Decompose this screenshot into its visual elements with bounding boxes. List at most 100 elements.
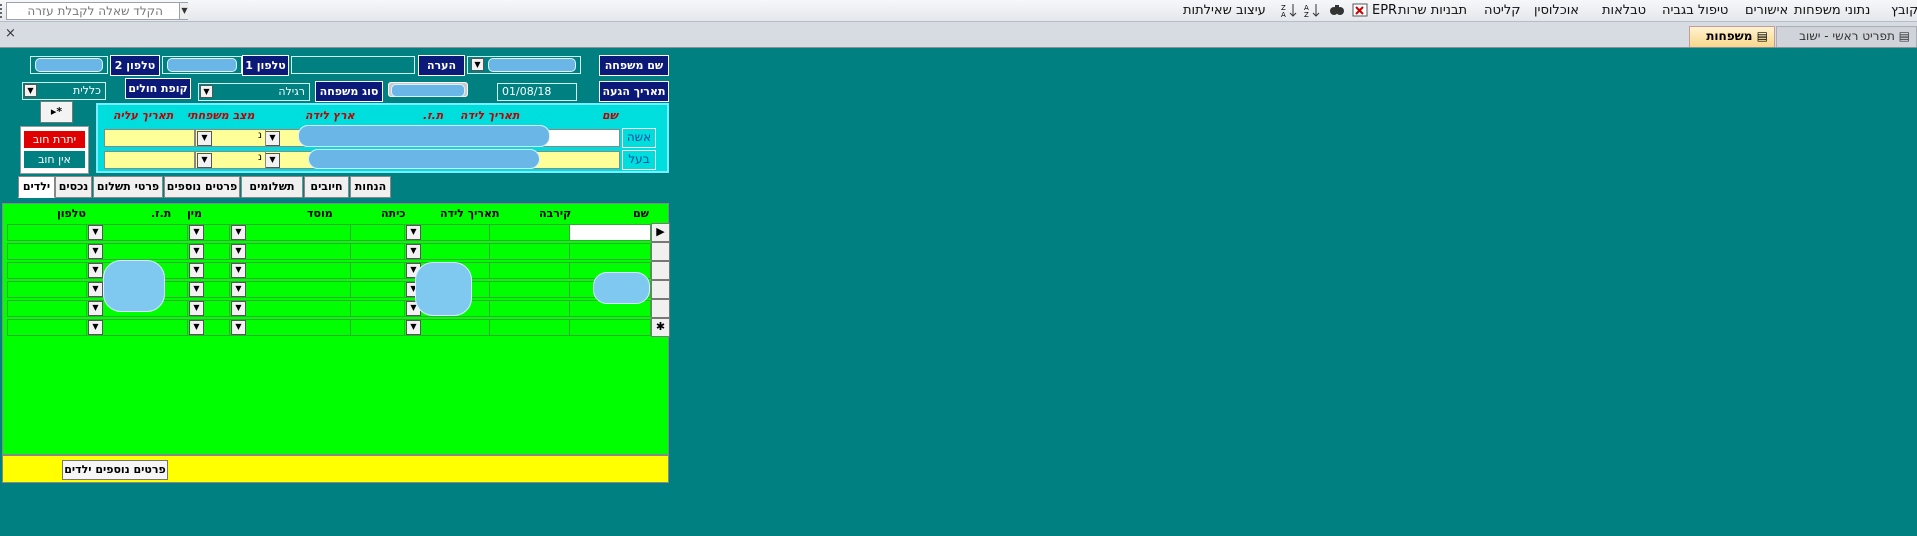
chevron-down-icon[interactable]: ▼ — [189, 244, 204, 259]
chevron-down-icon[interactable]: ▼ — [88, 244, 103, 259]
no-debt-badge[interactable]: אין חוב — [23, 150, 86, 169]
row-selector[interactable] — [651, 299, 670, 318]
child-grade-cell[interactable] — [350, 262, 405, 279]
phone2-field[interactable] — [30, 56, 108, 74]
menu-service-templates[interactable]: תבניות שרות — [1398, 3, 1467, 18]
child-relation-cell[interactable] — [489, 224, 570, 241]
child-grade-cell[interactable] — [350, 300, 405, 317]
chevron-down-icon[interactable]: ▼ — [24, 84, 37, 97]
current-row-selector[interactable]: ▶ — [651, 223, 670, 242]
close-icon[interactable]: × — [5, 26, 16, 41]
tab-payments[interactable]: תשלומים — [241, 176, 303, 198]
child-grade-cell[interactable] — [350, 281, 405, 298]
child-institution-cell[interactable] — [229, 243, 351, 260]
row-selector[interactable] — [651, 280, 670, 299]
chevron-down-icon[interactable]: ▼ — [88, 225, 103, 240]
child-relation-cell[interactable] — [489, 243, 570, 260]
husband-aliyah-date-field[interactable] — [104, 151, 195, 169]
child-institution-cell[interactable] — [229, 319, 351, 336]
chevron-down-icon[interactable]: ▼ — [197, 131, 212, 146]
chevron-down-icon[interactable]: ▼ — [231, 225, 246, 240]
child-institution-cell[interactable] — [229, 281, 351, 298]
chevron-down-icon[interactable]: ▼ — [406, 320, 421, 335]
child-relation-cell[interactable] — [489, 281, 570, 298]
husband-name-field[interactable] — [528, 151, 620, 169]
chevron-down-icon[interactable]: ▼ — [88, 263, 103, 278]
child-grade-cell[interactable] — [350, 243, 405, 260]
chevron-down-icon[interactable]: ▼ — [406, 225, 421, 240]
tab-additional-details[interactable]: פרטים נוספים — [164, 176, 240, 198]
tab-charges[interactable]: חיובים — [304, 176, 349, 198]
tab-discounts[interactable]: הנחות — [350, 176, 391, 198]
chevron-down-icon[interactable]: ▼ — [189, 320, 204, 335]
chevron-down-icon[interactable]: ▼ — [179, 3, 189, 19]
grip-handle[interactable] — [0, 4, 4, 18]
chevron-down-icon[interactable]: ▼ — [189, 263, 204, 278]
child-name-cell[interactable] — [569, 243, 651, 260]
child-grade-cell[interactable] — [350, 319, 405, 336]
tab-main-menu[interactable]: ▤ תפריט ראשי - ישוב — [1776, 26, 1917, 47]
chevron-down-icon[interactable]: ▼ — [88, 320, 103, 335]
row-selector[interactable] — [651, 242, 670, 261]
child-phone-cell[interactable] — [7, 300, 87, 317]
note-field[interactable] — [291, 56, 415, 74]
has-debt-badge[interactable]: יתרת חוב — [23, 130, 86, 149]
redacted-field[interactable] — [388, 82, 468, 97]
tab-payment-details[interactable]: פרטי תשלום — [93, 176, 163, 198]
chevron-down-icon[interactable]: ▼ — [231, 301, 246, 316]
excel-icon[interactable] — [1352, 2, 1368, 22]
chevron-down-icon[interactable]: ▼ — [189, 301, 204, 316]
child-phone-cell[interactable] — [7, 281, 87, 298]
chevron-down-icon[interactable]: ▼ — [189, 225, 204, 240]
child-phone-cell[interactable] — [7, 243, 87, 260]
arrival-date-field[interactable]: 01/08/18 — [497, 83, 577, 101]
chevron-down-icon[interactable]: ▼ — [88, 282, 103, 297]
find-icon[interactable] — [1329, 2, 1345, 22]
sort-descending-icon[interactable]: ZA — [1281, 2, 1297, 22]
menu-approvals[interactable]: אישורים — [1745, 3, 1788, 18]
chevron-down-icon[interactable]: ▼ — [189, 282, 204, 297]
family-name-field[interactable] — [467, 56, 581, 74]
child-relation-cell[interactable] — [489, 262, 570, 279]
menu-collection[interactable]: טיפול בגביה — [1662, 3, 1728, 18]
new-record-button[interactable]: ▸* — [40, 101, 73, 123]
child-name-cell[interactable] — [569, 319, 651, 336]
child-name-cell[interactable] — [569, 224, 651, 241]
chevron-down-icon[interactable]: ▼ — [200, 85, 213, 98]
chevron-down-icon[interactable]: ▼ — [406, 244, 421, 259]
menu-query-design[interactable]: עיצוב שאילתות — [1183, 3, 1266, 18]
menu-intake[interactable]: קליטה — [1484, 3, 1520, 18]
help-search-box[interactable]: הקלד שאלה לקבלת עזרה ▼ — [6, 2, 189, 20]
menu-tables[interactable]: טבלאות — [1602, 3, 1646, 18]
tab-assets[interactable]: נכסים — [55, 176, 92, 198]
row-selector[interactable] — [651, 261, 670, 280]
chevron-down-icon[interactable]: ▼ — [265, 153, 280, 168]
child-relation-cell[interactable] — [489, 300, 570, 317]
chevron-down-icon[interactable]: ▼ — [471, 58, 484, 71]
chevron-down-icon[interactable]: ▼ — [197, 153, 212, 168]
tab-families[interactable]: ▤ משפחות — [1689, 26, 1775, 47]
menu-population[interactable]: אוכלוסין — [1534, 3, 1579, 18]
chevron-down-icon[interactable]: ▼ — [88, 301, 103, 316]
sort-ascending-icon[interactable]: AZ — [1304, 2, 1320, 22]
child-phone-cell[interactable] — [7, 262, 87, 279]
child-phone-cell[interactable] — [7, 224, 87, 241]
child-phone-cell[interactable] — [7, 319, 87, 336]
phone1-field[interactable] — [162, 56, 242, 74]
child-institution-cell[interactable] — [229, 262, 351, 279]
chevron-down-icon[interactable]: ▼ — [231, 282, 246, 297]
tab-children[interactable]: ילדים — [18, 176, 55, 198]
chevron-down-icon[interactable]: ▼ — [231, 320, 246, 335]
menu-file[interactable]: קובץ — [1891, 3, 1917, 18]
chevron-down-icon[interactable]: ▼ — [231, 244, 246, 259]
family-type-select[interactable]: רגילה — [198, 83, 310, 101]
menu-family-data[interactable]: נתוני משפחות — [1794, 3, 1870, 18]
child-grade-cell[interactable] — [350, 224, 405, 241]
more-children-details-button[interactable]: פרטים נוספים ילדים — [62, 460, 168, 480]
child-relation-cell[interactable] — [489, 319, 570, 336]
wife-aliyah-date-field[interactable] — [104, 129, 195, 147]
menu-epr[interactable]: EPR — [1372, 3, 1397, 18]
chevron-down-icon[interactable]: ▼ — [265, 131, 280, 146]
child-institution-cell[interactable] — [229, 300, 351, 317]
child-institution-cell[interactable] — [229, 224, 351, 241]
